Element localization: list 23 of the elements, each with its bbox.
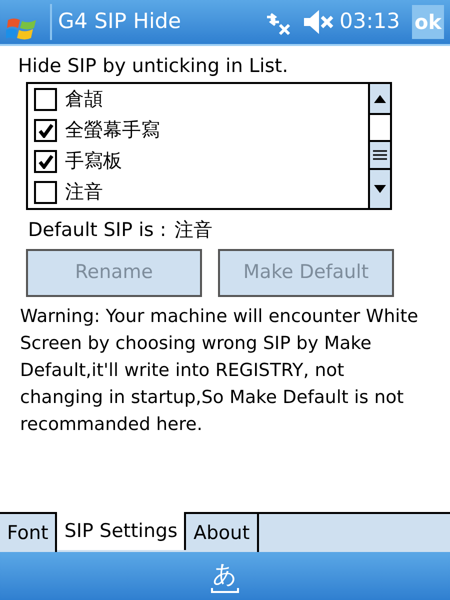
checkbox[interactable]	[34, 88, 57, 111]
check-icon	[38, 124, 54, 138]
checkbox[interactable]	[34, 181, 57, 204]
list-item[interactable]: 手寫板	[28, 146, 368, 177]
list-item[interactable]: 注音	[28, 177, 368, 208]
muted-speaker-icon[interactable]	[303, 9, 336, 35]
instruction-text: Hide SIP by unticking in List.	[18, 54, 290, 78]
checkbox[interactable]	[34, 119, 57, 142]
grip-icon	[373, 150, 387, 160]
up-arrow-icon	[374, 94, 386, 102]
scroll-thumb[interactable]	[370, 140, 390, 170]
down-arrow-icon	[374, 185, 386, 193]
scrollbar[interactable]	[368, 84, 390, 208]
checkbox[interactable]	[34, 150, 57, 173]
list-item[interactable]: 倉頡	[28, 84, 368, 115]
window-title: G4 SIP Hide	[58, 8, 182, 36]
default-sip-value: 注音	[174, 218, 212, 243]
tab[interactable]: SIP Settings	[57, 512, 186, 550]
list-item[interactable]: 全螢幕手寫	[28, 115, 368, 146]
default-sip-label: Default SIP is :	[28, 218, 166, 243]
underline-icon	[211, 588, 239, 592]
warning-text: Warning: Your machine will encounter White Screen by choosing wrong SIP by Make Default,it'll write into REGISTRY, not changing in startup,So Make Default is not recommanded here.	[20, 304, 420, 436]
check-icon	[38, 154, 54, 168]
